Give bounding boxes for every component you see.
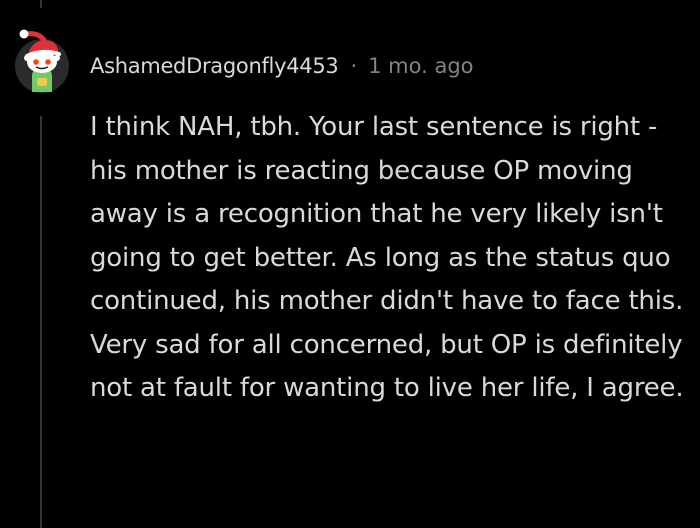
user-avatar[interactable] <box>12 26 72 94</box>
thread-line-top <box>40 0 42 8</box>
comment-timestamp[interactable]: 1 mo. ago <box>368 54 473 78</box>
comment-author[interactable]: AshamedDragonfly4453 <box>90 54 339 78</box>
comment-body: I think NAH, tbh. Your last sentence is … <box>90 106 690 411</box>
comment-text: I think NAH, tbh. Your last sentence is … <box>90 112 684 403</box>
header-separator: · <box>350 54 358 78</box>
thread-collapse-line[interactable] <box>40 116 42 528</box>
snoo-avatar-santa-hat-icon <box>15 29 69 93</box>
comment-header: AshamedDragonfly4453 · 1 mo. ago <box>90 50 474 82</box>
